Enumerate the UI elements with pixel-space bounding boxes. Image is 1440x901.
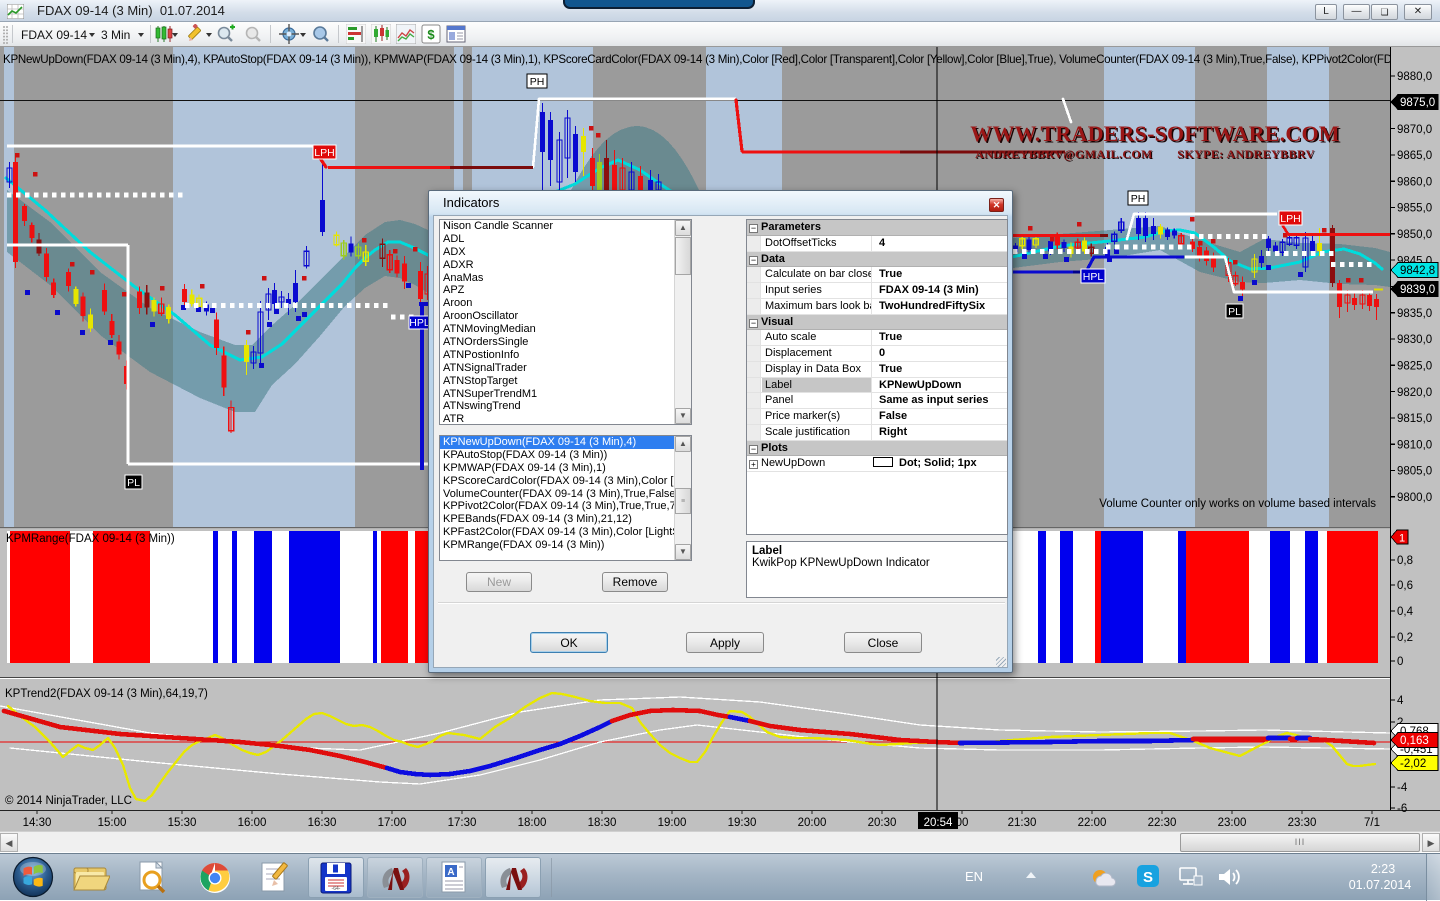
svg-text:PL: PL [127, 477, 140, 489]
svg-text:23:30: 23:30 [1288, 817, 1317, 829]
svg-text:21:30: 21:30 [1008, 817, 1037, 829]
svg-text:9850,0: 9850,0 [1397, 229, 1432, 241]
svg-text:Volume Counter only works on v: Volume Counter only works on volume base… [1099, 498, 1376, 510]
svg-text:15:00: 15:00 [98, 817, 127, 829]
svg-text:SKYPE: ANDREYBBRV: SKYPE: ANDREYBBRV [1177, 147, 1314, 161]
svg-text:-64-: -64- [332, 886, 341, 892]
svg-text:0,163: 0,163 [1400, 735, 1429, 747]
svg-text:19:00: 19:00 [658, 817, 687, 829]
svg-text:23:00: 23:00 [1218, 817, 1247, 829]
svg-text:HPL: HPL [1083, 271, 1104, 283]
svg-text:9870,0: 9870,0 [1397, 124, 1432, 136]
svg-text:KPMRange(FDAX 09-14 (3 Min)): KPMRange(FDAX 09-14 (3 Min)) [6, 533, 175, 545]
svg-text:ANDREYBBRV@GMAIL.COM: ANDREYBBRV@GMAIL.COM [975, 147, 1153, 161]
svg-text:HPL: HPL [409, 317, 430, 329]
svg-text:© 2014 NinjaTrader, LLC: © 2014 NinjaTrader, LLC [5, 795, 132, 807]
svg-text:9830,0: 9830,0 [1397, 334, 1432, 346]
svg-text:0,2: 0,2 [1397, 632, 1413, 644]
svg-text:20:30: 20:30 [868, 817, 897, 829]
svg-text:9810,0: 9810,0 [1397, 439, 1432, 451]
svg-text:-2,02: -2,02 [1400, 758, 1426, 770]
svg-text:-4: -4 [1397, 782, 1408, 794]
svg-text:7/1: 7/1 [1364, 817, 1380, 829]
svg-text:17:00: 17:00 [378, 817, 407, 829]
svg-text:0,4: 0,4 [1397, 606, 1414, 618]
svg-text:18:30: 18:30 [588, 817, 617, 829]
svg-text:15:30: 15:30 [168, 817, 197, 829]
svg-text:-6: -6 [1397, 803, 1407, 815]
svg-text:0,8: 0,8 [1397, 555, 1413, 567]
svg-text:9880,0: 9880,0 [1397, 71, 1432, 83]
svg-text:9820,0: 9820,0 [1397, 387, 1432, 399]
svg-text:4: 4 [1397, 695, 1404, 707]
svg-text:9865,0: 9865,0 [1397, 150, 1432, 162]
svg-text:9815,0: 9815,0 [1397, 413, 1432, 425]
svg-text:0: 0 [1397, 656, 1403, 668]
svg-text:19:30: 19:30 [728, 817, 757, 829]
svg-text:20:54: 20:54 [924, 817, 953, 829]
svg-text:9839,0: 9839,0 [1400, 284, 1435, 296]
svg-text:16:00: 16:00 [238, 817, 267, 829]
svg-text:20:00: 20:00 [798, 817, 827, 829]
svg-text:22:30: 22:30 [1148, 817, 1177, 829]
svg-text:9855,0: 9855,0 [1397, 203, 1432, 215]
svg-text:9842,8: 9842,8 [1400, 265, 1435, 277]
svg-text:KPTrend2(FDAX 09-14 (3 Min),64: KPTrend2(FDAX 09-14 (3 Min),64,19,7) [5, 688, 208, 700]
svg-text:LPH: LPH [314, 147, 334, 159]
svg-text:0,6: 0,6 [1397, 580, 1413, 592]
svg-text:$: $ [427, 27, 435, 42]
svg-text:9835,0: 9835,0 [1397, 308, 1432, 320]
svg-text:18:00: 18:00 [518, 817, 547, 829]
svg-text:PH: PH [530, 76, 545, 88]
svg-text:WWW.TRADERS-SOFTWARE.COM: WWW.TRADERS-SOFTWARE.COM [970, 121, 1340, 146]
svg-text:A: A [447, 867, 454, 878]
svg-text:9875,0: 9875,0 [1400, 97, 1435, 109]
svg-text:14:30: 14:30 [23, 817, 52, 829]
svg-text:9800,0: 9800,0 [1397, 492, 1432, 504]
svg-text:9825,0: 9825,0 [1397, 361, 1432, 373]
svg-text:S: S [1143, 869, 1153, 886]
svg-text:16:30: 16:30 [308, 817, 337, 829]
svg-text:9805,0: 9805,0 [1397, 466, 1432, 478]
svg-text:22:00: 22:00 [1078, 817, 1107, 829]
svg-text:PH: PH [1131, 193, 1146, 205]
svg-text:17:30: 17:30 [448, 817, 477, 829]
svg-text:LPH: LPH [1280, 213, 1300, 225]
svg-text:PL: PL [1228, 306, 1241, 318]
svg-text:1: 1 [1399, 533, 1405, 545]
svg-text:9860,0: 9860,0 [1397, 176, 1432, 188]
svg-text:KPNewUpDown(FDAX 09-14 (3 Min): KPNewUpDown(FDAX 09-14 (3 Min),4), KPAut… [3, 53, 1392, 66]
